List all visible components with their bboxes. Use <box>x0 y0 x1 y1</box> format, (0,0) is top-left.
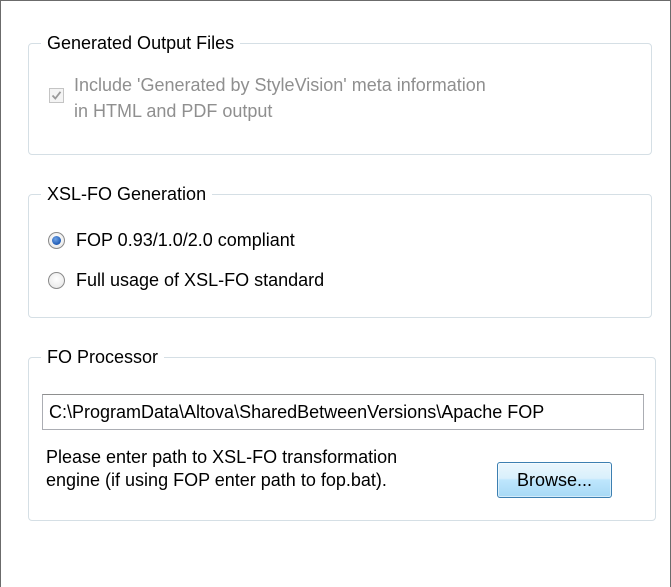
xslfo-generation-group: XSL-FO Generation FOP 0.93/1.0/2.0 compl… <box>28 182 652 318</box>
generated-output-files-group: Generated Output Files Include 'Generate… <box>28 31 652 155</box>
fo-processor-title: FO Processor <box>41 345 165 369</box>
options-dialog-panel: Generated Output Files Include 'Generate… <box>0 0 671 587</box>
fo-processor-path-input[interactable]: C:\ProgramData\Altova\SharedBetweenVersi… <box>42 394 644 430</box>
fo-processor-group: FO Processor C:\ProgramData\Altova\Share… <box>28 345 656 521</box>
include-meta-info-checkbox[interactable] <box>49 88 64 103</box>
checkmark-icon <box>51 91 62 100</box>
fo-processor-help-line1: Please enter path to XSL-FO transformati… <box>46 447 398 467</box>
xslfo-generation-title: XSL-FO Generation <box>41 182 213 206</box>
full-xslfo-standard-label[interactable]: Full usage of XSL-FO standard <box>76 268 324 292</box>
fo-processor-help-line2: engine (if using FOP enter path to fop.b… <box>46 470 387 490</box>
fop-compliant-radio[interactable] <box>48 232 65 249</box>
browse-button[interactable]: Browse... <box>497 462 612 498</box>
generated-output-files-title: Generated Output Files <box>41 31 241 55</box>
include-meta-info-label-line2: in HTML and PDF output <box>74 101 273 121</box>
full-xslfo-standard-radio[interactable] <box>48 272 65 289</box>
include-meta-info-label-line1: Include 'Generated by StyleVision' meta … <box>74 75 486 95</box>
fop-compliant-label[interactable]: FOP 0.93/1.0/2.0 compliant <box>76 228 295 252</box>
radio-selected-dot <box>52 236 61 245</box>
